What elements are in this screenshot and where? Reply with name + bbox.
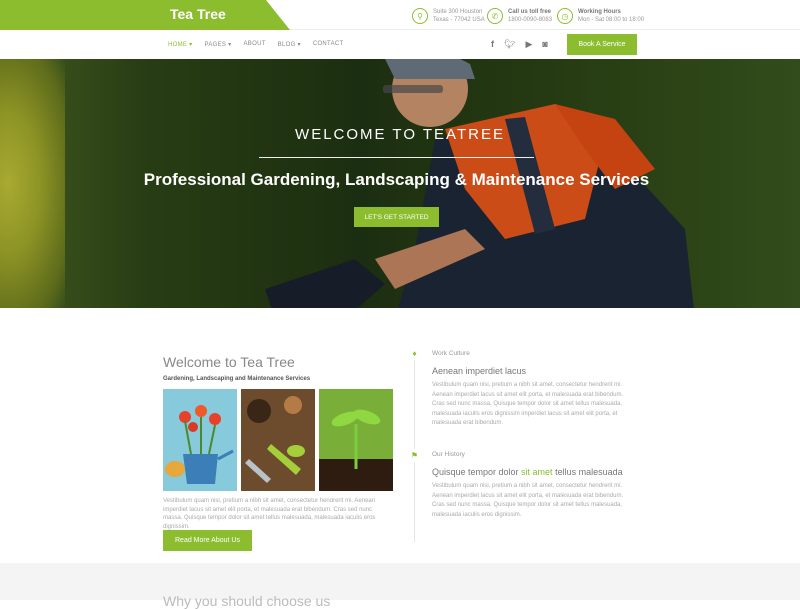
instagram-icon[interactable]: ◙ [542, 39, 547, 50]
about-title: Welcome to Tea Tree [163, 354, 295, 370]
phone-number: 1800-0090-8083 [508, 17, 553, 23]
history-label: Our History [432, 451, 465, 458]
about-subtitle: Gardening, Landscaping and Maintenance S… [163, 376, 311, 382]
photo-gallery [163, 389, 393, 491]
menu: HOME ▾ PAGES ▾ ABOUT BLOG ▾ CONTACT [168, 41, 343, 48]
flag-icon: ⚑ [408, 449, 421, 462]
get-started-button[interactable]: LET'S GET STARTED [354, 207, 439, 227]
hours-label: Working Hours [578, 9, 621, 15]
location-pin-icon: ⚲ [412, 8, 428, 24]
tulips-watering-can-image [163, 389, 237, 491]
facebook-icon[interactable]: f [491, 39, 494, 50]
social-links: f 🐦︎ ▶ ◙ [491, 39, 548, 50]
hours-value: Mon - Sat 08:00 to 18:00 [578, 17, 645, 23]
seedling-image [319, 389, 393, 491]
address-line1: Suite 300 Houston [433, 9, 483, 15]
top-bar: Tea Tree ⚲ Suite 300 Houston Texas - 7704… [0, 0, 800, 30]
logo[interactable]: Tea Tree [0, 0, 290, 30]
phone-label: Call us toll free [508, 9, 552, 15]
nav-item-home[interactable]: HOME ▾ [168, 41, 192, 48]
clock-icon: ◷ [557, 8, 573, 24]
hero-divider [259, 157, 534, 158]
work-culture-label: Work Culture [432, 350, 470, 357]
nav-item-pages[interactable]: PAGES ▾ [204, 41, 231, 48]
nav-item-about[interactable]: ABOUT [244, 41, 266, 48]
hours-info: ◷ Working Hours Mon - Sat 08:00 to 18:00 [557, 6, 644, 26]
work-culture-heading: Aenean imperdiet lacus [432, 366, 527, 376]
garden-tools-image [241, 389, 315, 491]
phone-info: ✆ Call us toll free 1800-0090-8083 [487, 6, 552, 26]
brand-name: Tea Tree [170, 6, 226, 22]
work-culture-text: Vestibulum quam nisi, pretium a nibh sit… [432, 382, 624, 426]
history-heading: Quisque tempor dolor sit amet tellus mal… [432, 467, 623, 477]
twitter-icon[interactable]: 🐦︎ [504, 39, 515, 50]
about-body: Vestibulum quam nisi, pretium a nibh sit… [163, 498, 376, 530]
why-choose-title: Why you should choose us [163, 593, 331, 609]
address-line2: Texas - 77042 USA [433, 17, 485, 23]
hero-banner: WELCOME TO TEATREE Professional Gardenin… [0, 59, 800, 308]
book-service-button[interactable]: Book A Service [567, 34, 637, 55]
phone-icon: ✆ [487, 8, 503, 24]
address-info: ⚲ Suite 300 Houston Texas - 77042 USA [412, 6, 485, 26]
timeline-line [414, 352, 415, 542]
youtube-icon[interactable]: ▶ [525, 39, 532, 50]
read-more-button[interactable]: Read More About Us [163, 530, 252, 551]
hero-title: Professional Gardening, Landscaping & Ma… [143, 170, 650, 189]
next-section [0, 563, 800, 600]
hero-subtitle: WELCOME TO TEATREE [295, 126, 505, 143]
history-text: Vestibulum quam nisi, pretium a nibh sit… [432, 483, 624, 518]
main-nav: HOME ▾ PAGES ▾ ABOUT BLOG ▾ CONTACT f 🐦︎… [0, 30, 800, 59]
leaf-icon: ♦ [408, 347, 421, 360]
nav-item-contact[interactable]: CONTACT [313, 41, 344, 48]
nav-item-blog[interactable]: BLOG ▾ [278, 41, 301, 48]
